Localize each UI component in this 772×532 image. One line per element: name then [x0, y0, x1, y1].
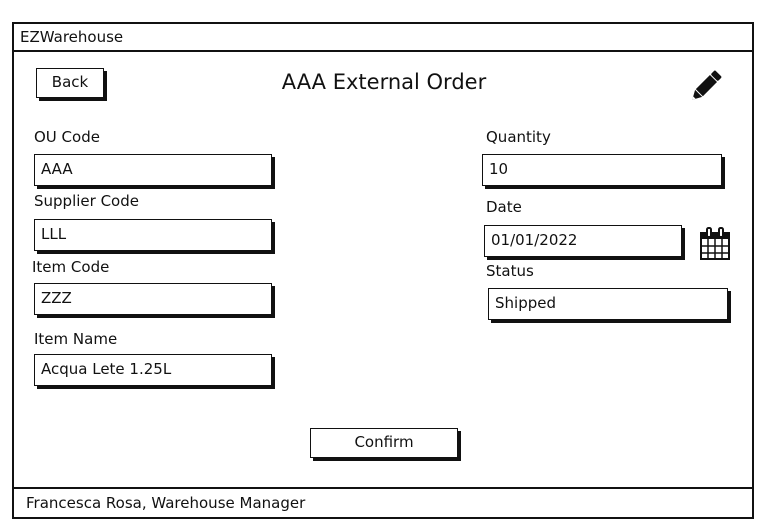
item-code-field[interactable]: ZZZ: [34, 283, 272, 315]
confirm-button[interactable]: Confirm: [310, 428, 458, 458]
calendar-icon[interactable]: [698, 226, 732, 262]
back-button[interactable]: Back: [36, 68, 104, 98]
quantity-label: Quantity: [486, 128, 551, 146]
date-label: Date: [486, 198, 522, 216]
page-title: AAA External Order: [281, 70, 487, 94]
item-name-field[interactable]: Acqua Lete 1.25L: [34, 354, 272, 386]
item-code-label: Item Code: [32, 258, 110, 276]
supplier-code-field[interactable]: LLL: [34, 219, 272, 251]
app-window: EZWarehouse Back AAA External Order OU C…: [12, 22, 754, 519]
ou-code-field[interactable]: AAA: [34, 154, 272, 186]
ou-code-label: OU Code: [34, 128, 100, 146]
supplier-code-label: Supplier Code: [34, 192, 139, 210]
window-title: EZWarehouse: [14, 24, 752, 52]
date-field[interactable]: 01/01/2022: [484, 225, 682, 257]
pencil-icon[interactable]: [684, 66, 726, 108]
user-footer: Francesca Rosa, Warehouse Manager: [14, 487, 752, 517]
item-name-label: Item Name: [34, 330, 118, 348]
quantity-field[interactable]: 10: [482, 154, 722, 186]
status-field[interactable]: Shipped: [488, 288, 728, 320]
status-label: Status: [486, 262, 534, 280]
